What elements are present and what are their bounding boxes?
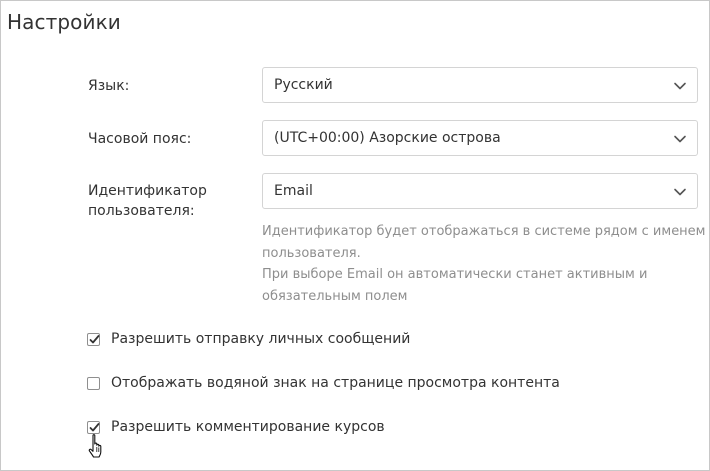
course-comments-checkbox[interactable] xyxy=(87,420,100,434)
hand-pointer-cursor-icon xyxy=(88,434,102,458)
hint-line: обязательным полем xyxy=(262,289,408,305)
chevron-down-icon xyxy=(674,135,686,143)
course-comments-label: Разрешить комментирование курсов xyxy=(111,419,385,435)
hint-line: При выборе Email он автоматически станет… xyxy=(262,267,648,283)
watermark-option[interactable]: Отображать водяной знак на странице прос… xyxy=(87,375,560,391)
chevron-down-icon xyxy=(674,188,686,196)
chevron-down-icon xyxy=(674,82,686,90)
private-messages-checkbox[interactable] xyxy=(87,332,100,346)
timezone-select-value: (UTC+00:00) Азорские острова xyxy=(274,130,501,146)
settings-panel: Настройки Язык: Русский Часовой пояс: (U… xyxy=(0,0,710,471)
hint-line: Идентификатор будет отображаться в систе… xyxy=(262,224,706,239)
user-identifier-label-line2: пользователя: xyxy=(88,203,195,219)
user-identifier-select-value: Email xyxy=(274,183,313,199)
private-messages-option[interactable]: Разрешить отправку личных сообщений xyxy=(87,331,410,347)
user-identifier-label: Идентификатор пользователя: xyxy=(88,181,207,221)
page-title: Настройки xyxy=(7,10,121,34)
timezone-label: Часовой пояс: xyxy=(88,131,192,147)
user-identifier-select[interactable]: Email xyxy=(262,173,698,209)
course-comments-option[interactable]: Разрешить комментирование курсов xyxy=(87,419,385,435)
language-select-value: Русский xyxy=(274,77,333,93)
user-identifier-label-line1: Идентификатор xyxy=(88,183,207,199)
watermark-checkbox[interactable] xyxy=(87,376,100,390)
language-label: Язык: xyxy=(88,78,130,94)
user-identifier-hint: Идентификатор будет отображаться в систе… xyxy=(262,221,707,308)
watermark-label: Отображать водяной знак на странице прос… xyxy=(111,375,560,391)
private-messages-label: Разрешить отправку личных сообщений xyxy=(111,331,411,347)
timezone-select[interactable]: (UTC+00:00) Азорские острова xyxy=(262,120,698,156)
language-select[interactable]: Русский xyxy=(262,67,698,103)
checkmark-icon xyxy=(89,334,100,343)
hint-line: пользователя. xyxy=(262,245,361,261)
